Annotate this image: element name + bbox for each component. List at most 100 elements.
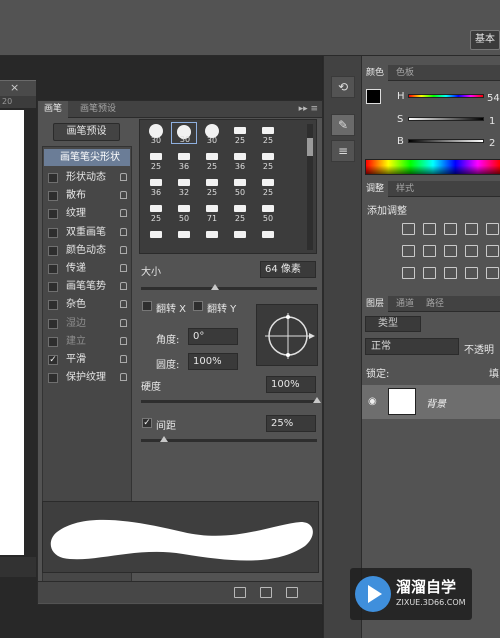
flip-x-checkbox[interactable] bbox=[142, 301, 152, 311]
brush-option-item[interactable]: 散布 bbox=[46, 187, 130, 204]
adjustment-icon[interactable] bbox=[465, 245, 478, 257]
adjustment-icon[interactable] bbox=[465, 267, 478, 279]
brush-tip[interactable] bbox=[171, 226, 197, 248]
lock-icon[interactable] bbox=[120, 191, 127, 200]
brush-tip[interactable]: 50 bbox=[227, 174, 253, 197]
option-checkbox[interactable] bbox=[48, 318, 58, 329]
lock-icon[interactable] bbox=[120, 282, 127, 291]
adjustment-icon[interactable] bbox=[465, 223, 478, 235]
s-value[interactable]: 1 bbox=[489, 116, 495, 127]
adjustment-icon[interactable] bbox=[444, 223, 457, 235]
hardness-slider[interactable] bbox=[141, 400, 317, 403]
lock-icon[interactable] bbox=[120, 227, 127, 236]
option-checkbox[interactable]: ✓ bbox=[48, 355, 58, 365]
flip-y-checkbox[interactable] bbox=[193, 301, 203, 311]
option-checkbox[interactable] bbox=[48, 209, 58, 220]
option-checkbox[interactable] bbox=[48, 336, 58, 347]
brush-tip[interactable] bbox=[199, 226, 225, 248]
lock-icon[interactable] bbox=[120, 300, 127, 309]
option-checkbox[interactable] bbox=[48, 300, 58, 311]
panel-menu-icon[interactable]: ▸▸ ≡ bbox=[299, 101, 318, 118]
adjustment-icon[interactable] bbox=[486, 223, 499, 235]
brush-tip[interactable] bbox=[143, 226, 169, 248]
brush-tip[interactable]: 36 bbox=[171, 148, 197, 171]
adjustment-icon[interactable] bbox=[423, 223, 436, 235]
hue-slider[interactable] bbox=[408, 94, 484, 98]
lock-icon[interactable] bbox=[120, 336, 127, 345]
saturation-slider[interactable] bbox=[408, 117, 484, 121]
tab-paths[interactable]: 路径 bbox=[422, 296, 448, 312]
lock-icon[interactable] bbox=[120, 318, 127, 327]
brush-tip[interactable]: 50 bbox=[255, 200, 281, 223]
b-value[interactable]: 2 bbox=[489, 138, 495, 149]
option-checkbox[interactable] bbox=[48, 373, 58, 384]
brush-option-item[interactable]: 画笔笔势 bbox=[46, 278, 130, 295]
color-spectrum[interactable] bbox=[365, 159, 500, 175]
size-slider[interactable] bbox=[141, 287, 317, 290]
brush-tip[interactable]: 25 bbox=[143, 200, 169, 223]
brush-tip-shape-item[interactable]: 画笔笔尖形状 bbox=[44, 149, 130, 166]
foreground-color-swatch[interactable] bbox=[366, 89, 381, 104]
document-canvas[interactable] bbox=[0, 110, 24, 555]
brush-option-item[interactable]: 保护纹理 bbox=[46, 369, 130, 386]
h-value[interactable]: 54 bbox=[487, 93, 500, 104]
brush-tip[interactable]: 25 bbox=[255, 148, 281, 171]
tab-brush[interactable]: 画笔 bbox=[38, 101, 69, 118]
brush-tip[interactable]: 36 bbox=[227, 148, 253, 171]
brush-tip[interactable]: 30 bbox=[171, 122, 197, 144]
brush-option-item[interactable]: 双重画笔 bbox=[46, 224, 130, 241]
brush-tip[interactable]: 25 bbox=[227, 200, 253, 223]
tab-channels[interactable]: 通道 bbox=[392, 296, 418, 312]
size-field[interactable]: 64 像素 bbox=[260, 261, 316, 278]
lock-icon[interactable] bbox=[120, 373, 127, 382]
tab-adjustments[interactable]: 调整 bbox=[362, 181, 389, 197]
lock-icon[interactable] bbox=[120, 355, 127, 363]
lock-icon[interactable] bbox=[120, 209, 127, 218]
eye-icon[interactable]: ◉ bbox=[368, 396, 377, 407]
brush-option-item[interactable]: 传递 bbox=[46, 260, 130, 277]
brightness-slider[interactable] bbox=[408, 139, 484, 143]
brush-presets-button[interactable]: 画笔预设 bbox=[53, 123, 120, 141]
brush-option-item[interactable]: 杂色 bbox=[46, 296, 130, 313]
brush-option-item[interactable]: 纹理 bbox=[46, 205, 130, 222]
layer-row-background[interactable]: ◉ 背景 bbox=[362, 385, 500, 419]
brush-tip-grid[interactable]: 30 30 30 25 25 25 36 25 36 25 36 32 25 50 25 25 50 71 25 50 bbox=[139, 119, 317, 254]
spacing-slider-thumb[interactable] bbox=[159, 436, 168, 442]
brush-option-item[interactable]: 建立 bbox=[46, 333, 130, 350]
angle-field[interactable]: 0° bbox=[188, 328, 238, 345]
brush-tip[interactable]: 36 bbox=[143, 174, 169, 197]
workspace-switcher[interactable]: 基本 bbox=[470, 30, 500, 50]
tab-color[interactable]: 颜色 bbox=[362, 65, 389, 81]
blend-mode-select[interactable]: 正常 bbox=[365, 338, 459, 355]
option-checkbox[interactable] bbox=[48, 227, 58, 238]
brush-option-item[interactable]: 形状动态 bbox=[46, 169, 130, 186]
close-icon[interactable]: × bbox=[10, 80, 24, 96]
brush-icon[interactable] bbox=[234, 587, 246, 598]
spacing-checkbox[interactable]: ✓ bbox=[142, 418, 152, 428]
brush-tip[interactable]: 25 bbox=[255, 174, 281, 197]
spacing-field[interactable]: 25% bbox=[266, 415, 316, 432]
brush-tip[interactable]: 50 bbox=[171, 200, 197, 223]
adjustment-icon[interactable] bbox=[402, 223, 415, 235]
adjustment-icon[interactable] bbox=[402, 245, 415, 257]
history-icon[interactable]: ⟲ bbox=[331, 76, 355, 98]
brush-tip[interactable]: 25 bbox=[227, 122, 253, 145]
brush-panel-icon[interactable]: ✎ bbox=[331, 114, 355, 136]
grid-icon[interactable] bbox=[260, 587, 272, 598]
brush-tip[interactable]: 71 bbox=[199, 200, 225, 223]
brush-tip[interactable] bbox=[255, 226, 281, 248]
hardness-slider-thumb[interactable] bbox=[313, 397, 321, 403]
brush-tip[interactable]: 25 bbox=[199, 148, 225, 171]
option-checkbox[interactable] bbox=[48, 264, 58, 274]
brush-option-item[interactable]: 颜色动态 bbox=[46, 242, 130, 259]
brush-tip[interactable]: 25 bbox=[255, 122, 281, 145]
adjustment-icon[interactable] bbox=[402, 267, 415, 279]
brush-tip[interactable]: 30 bbox=[143, 122, 169, 145]
adjustment-icon[interactable] bbox=[486, 245, 499, 257]
brush-option-item[interactable]: 湿边 bbox=[46, 315, 130, 332]
lock-icon[interactable] bbox=[120, 173, 127, 181]
roundness-field[interactable]: 100% bbox=[188, 353, 238, 370]
lock-icon[interactable] bbox=[120, 245, 127, 254]
lock-icon[interactable] bbox=[120, 264, 127, 272]
brush-tip[interactable]: 25 bbox=[199, 174, 225, 197]
